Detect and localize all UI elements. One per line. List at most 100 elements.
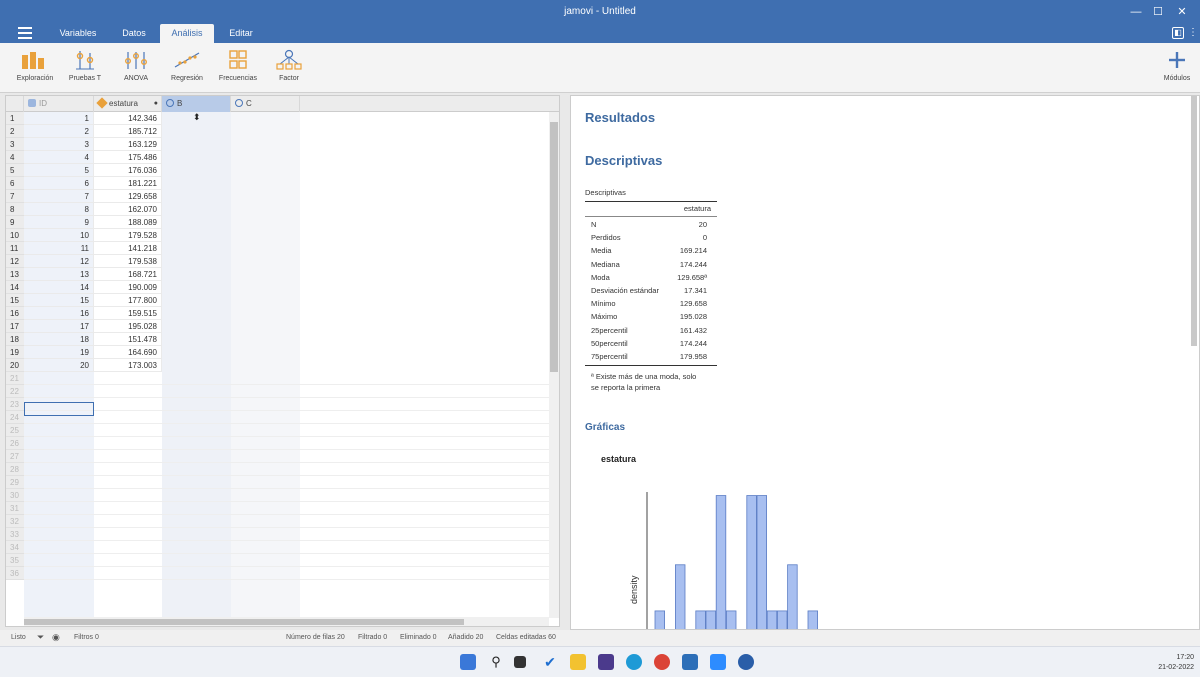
- row-number[interactable]: 36: [6, 567, 24, 580]
- more-options-icon[interactable]: ⋮: [1188, 27, 1198, 39]
- eye-icon[interactable]: ◉: [52, 632, 60, 643]
- row-number[interactable]: 15: [6, 294, 24, 307]
- row-number[interactable]: 2: [6, 125, 24, 138]
- windows-start-icon[interactable]: [460, 654, 476, 670]
- tab-editar[interactable]: Editar: [218, 24, 264, 43]
- row-number[interactable]: 16: [6, 307, 24, 320]
- modulos-button[interactable]: Módulos: [1150, 49, 1200, 82]
- cell-estatura[interactable]: 142.346: [94, 112, 162, 125]
- cell-id[interactable]: 18: [24, 333, 94, 346]
- cell-estatura[interactable]: 129.658: [94, 190, 162, 203]
- results-scroll-thumb[interactable]: [1191, 96, 1197, 346]
- row-number[interactable]: 29: [6, 476, 24, 489]
- empty-row[interactable]: [24, 411, 549, 424]
- row-number[interactable]: 17: [6, 320, 24, 333]
- cell-id[interactable]: 9: [24, 216, 94, 229]
- cell-estatura[interactable]: 177.800: [94, 294, 162, 307]
- cell-estatura[interactable]: 185.712: [94, 125, 162, 138]
- cell-id[interactable]: 19: [24, 346, 94, 359]
- frecuencias-button[interactable]: Frecuencias: [211, 49, 265, 82]
- row-number[interactable]: 31: [6, 502, 24, 515]
- cell-id[interactable]: 7: [24, 190, 94, 203]
- cell-id[interactable]: 10: [24, 229, 94, 242]
- cell-id[interactable]: 1: [24, 112, 94, 125]
- zoom-icon[interactable]: [710, 654, 726, 670]
- empty-row[interactable]: [24, 489, 549, 502]
- pruebas-t-button[interactable]: Pruebas T: [58, 49, 112, 82]
- empty-row[interactable]: [24, 450, 549, 463]
- cell-estatura[interactable]: 179.528: [94, 229, 162, 242]
- cell-id[interactable]: 20: [24, 359, 94, 372]
- notes-app-icon[interactable]: [598, 654, 614, 670]
- cell-estatura[interactable]: 151.478: [94, 333, 162, 346]
- empty-row[interactable]: [24, 476, 549, 489]
- exploracion-button[interactable]: Exploración: [8, 49, 62, 82]
- row-number[interactable]: 20: [6, 359, 24, 372]
- row-number[interactable]: 23: [6, 398, 24, 411]
- data-spreadsheet[interactable]: ID estatura ● B C 1 1 142.346 2 2 185.712 3 3 163…: [5, 95, 560, 627]
- chrome-icon[interactable]: [654, 654, 670, 670]
- edge-icon[interactable]: [626, 654, 642, 670]
- empty-row[interactable]: [24, 437, 549, 450]
- column-header-estatura[interactable]: estatura ●: [94, 96, 162, 112]
- cell-id[interactable]: 13: [24, 268, 94, 281]
- vertical-scrollbar[interactable]: [549, 112, 559, 618]
- tab-analisis[interactable]: Análisis: [160, 24, 214, 43]
- row-number[interactable]: 30: [6, 489, 24, 502]
- minimize-icon[interactable]: —: [1124, 3, 1148, 21]
- row-number[interactable]: 26: [6, 437, 24, 450]
- cell-estatura[interactable]: 162.070: [94, 203, 162, 216]
- row-number[interactable]: 33: [6, 528, 24, 541]
- panel-toggle-icon[interactable]: ◧: [1172, 27, 1184, 39]
- cell-estatura[interactable]: 195.028: [94, 320, 162, 333]
- row-number[interactable]: 9: [6, 216, 24, 229]
- empty-row[interactable]: [24, 463, 549, 476]
- tab-variables[interactable]: Variables: [50, 24, 106, 43]
- column-header-id[interactable]: ID: [24, 96, 94, 112]
- cell-estatura[interactable]: 168.721: [94, 268, 162, 281]
- empty-row[interactable]: [24, 502, 549, 515]
- cell-id[interactable]: 14: [24, 281, 94, 294]
- empty-row[interactable]: [24, 541, 549, 554]
- row-number[interactable]: 8: [6, 203, 24, 216]
- column-header-c[interactable]: C: [231, 96, 300, 112]
- anova-button[interactable]: ANOVA: [109, 49, 163, 82]
- row-number[interactable]: 7: [6, 190, 24, 203]
- cell-id[interactable]: 8: [24, 203, 94, 216]
- system-clock[interactable]: 17:20 21-02-2022: [1158, 653, 1194, 673]
- selected-cell[interactable]: [24, 402, 94, 416]
- factor-button[interactable]: Factor: [262, 49, 316, 82]
- row-number[interactable]: 3: [6, 138, 24, 151]
- search-icon[interactable]: ⚲: [488, 654, 504, 670]
- row-number[interactable]: 19: [6, 346, 24, 359]
- maximize-icon[interactable]: ☐: [1146, 3, 1170, 21]
- cell-id[interactable]: 3: [24, 138, 94, 151]
- row-number[interactable]: 28: [6, 463, 24, 476]
- row-number[interactable]: 35: [6, 554, 24, 567]
- empty-row[interactable]: [24, 567, 549, 580]
- task-view-icon[interactable]: [514, 656, 526, 668]
- cell-id[interactable]: 16: [24, 307, 94, 320]
- app-check-icon[interactable]: ✔: [542, 654, 558, 670]
- cell-estatura[interactable]: 141.218: [94, 242, 162, 255]
- empty-row[interactable]: [24, 372, 549, 385]
- file-explorer-icon[interactable]: [570, 654, 586, 670]
- row-number[interactable]: 24: [6, 411, 24, 424]
- empty-row[interactable]: [24, 528, 549, 541]
- filter-icon[interactable]: ⏷: [37, 632, 44, 643]
- cell-id[interactable]: 15: [24, 294, 94, 307]
- row-number[interactable]: 32: [6, 515, 24, 528]
- row-number[interactable]: 25: [6, 424, 24, 437]
- tab-datos[interactable]: Datos: [112, 24, 156, 43]
- column-header-b[interactable]: B: [162, 96, 231, 112]
- cell-estatura[interactable]: 164.690: [94, 346, 162, 359]
- cell-estatura[interactable]: 173.003: [94, 359, 162, 372]
- cell-estatura[interactable]: 163.129: [94, 138, 162, 151]
- empty-row[interactable]: [24, 398, 549, 411]
- vertical-scroll-thumb[interactable]: [550, 122, 558, 372]
- jamovi-taskbar-icon[interactable]: [738, 654, 754, 670]
- cell-id[interactable]: 17: [24, 320, 94, 333]
- document-app-icon[interactable]: [682, 654, 698, 670]
- row-number[interactable]: 13: [6, 268, 24, 281]
- row-number[interactable]: 5: [6, 164, 24, 177]
